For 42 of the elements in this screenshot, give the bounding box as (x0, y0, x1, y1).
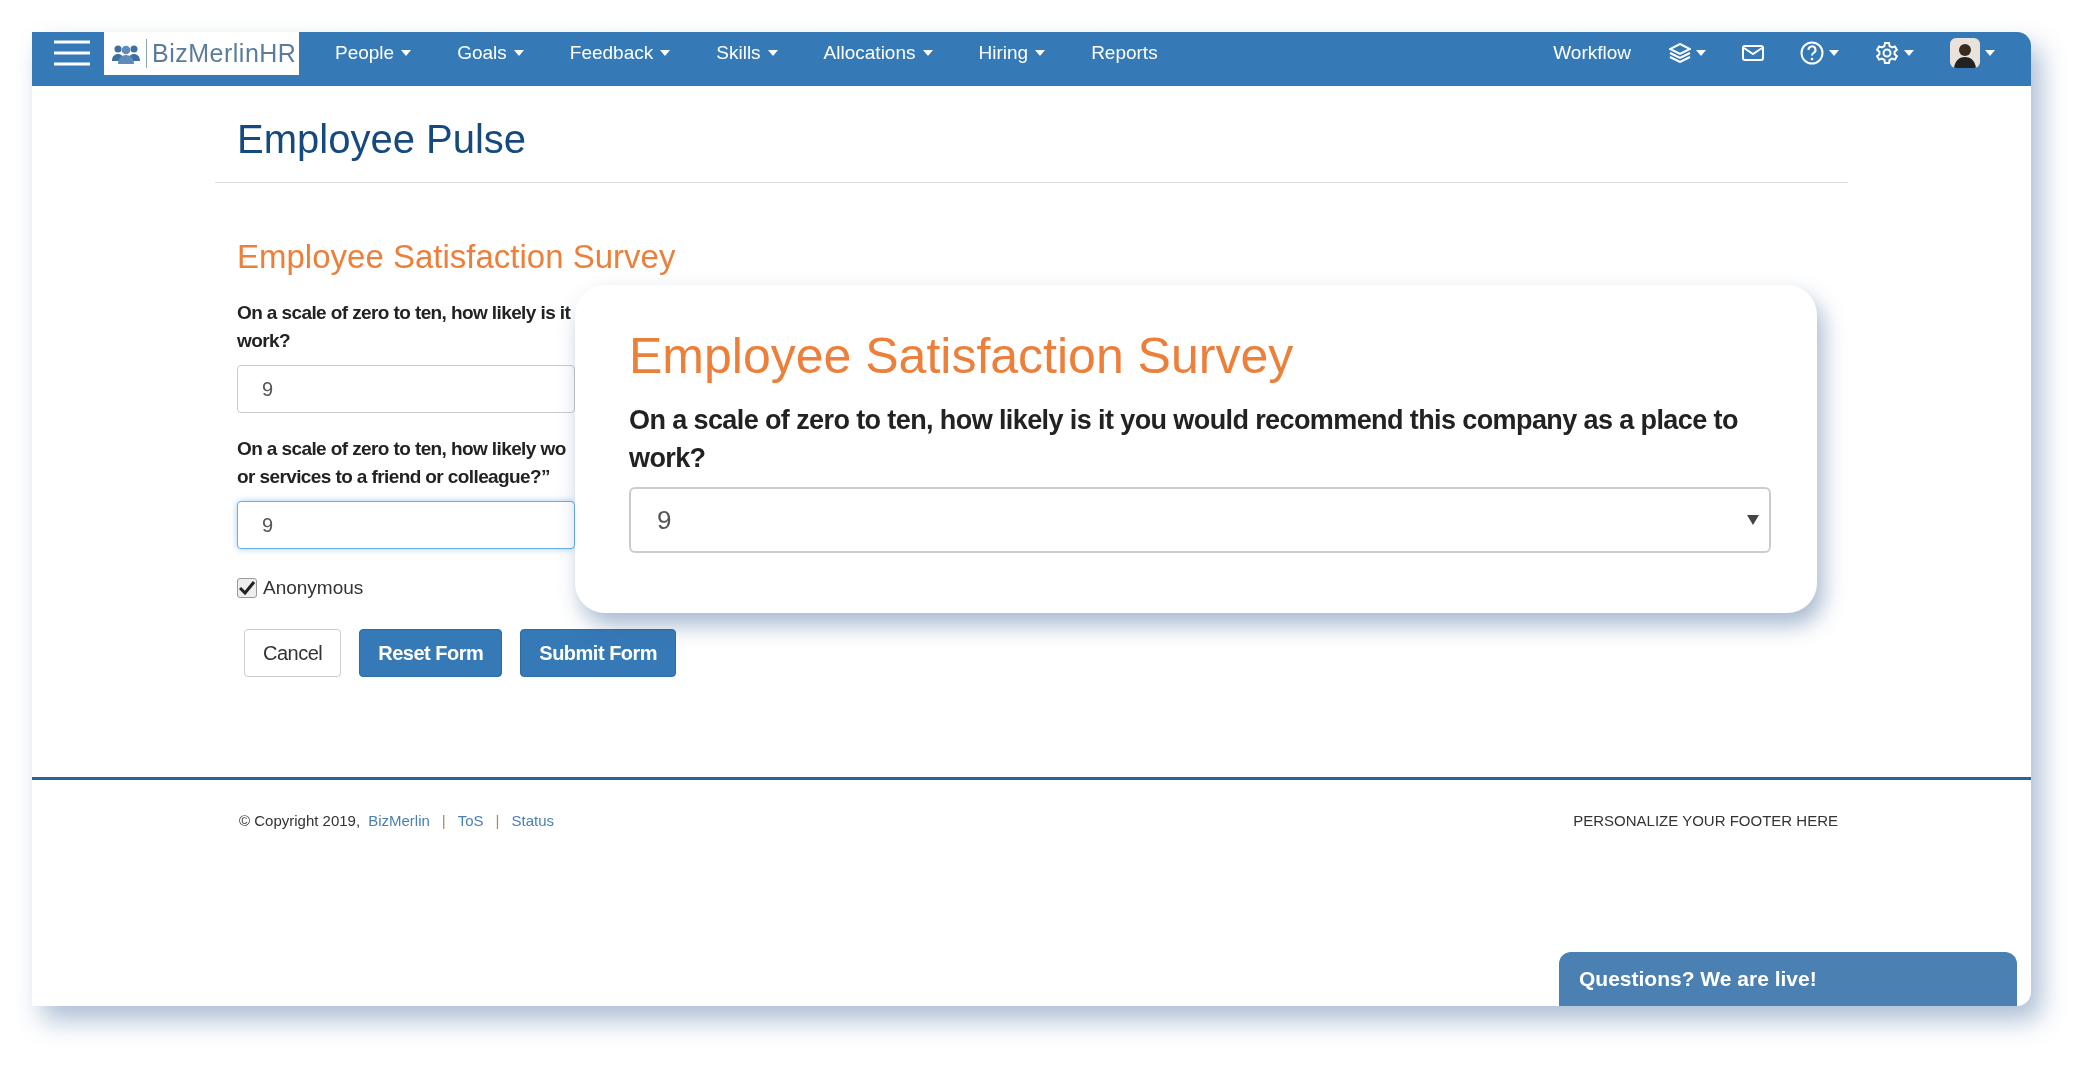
anonymous-checkbox[interactable] (237, 578, 257, 598)
nav-menu-item[interactable]: Reports (1091, 42, 1158, 64)
nav-menu-item[interactable]: People (335, 42, 412, 64)
footer-link[interactable]: Status (511, 812, 554, 829)
copyright-text: © Copyright 2019, (239, 812, 361, 829)
question-label: On a scale of zero to ten, how likely wo (237, 437, 566, 461)
form-button[interactable]: Submit Form (520, 629, 677, 677)
layers-icon (1669, 43, 1691, 63)
form-button[interactable]: Cancel (244, 629, 342, 677)
form-button[interactable]: Reset Form (359, 629, 503, 677)
question-label: On a scale of zero to ten, how likely is it (237, 301, 571, 325)
caret-icon (1747, 515, 1759, 525)
mail-icon (1742, 45, 1764, 61)
live-chat-tab[interactable]: Questions? We are live! (1559, 952, 2017, 1006)
nav-menu-item[interactable]: Hiring (978, 42, 1046, 64)
nav-menu-item[interactable]: Allocations (823, 42, 933, 64)
question-label: work? (237, 329, 290, 353)
page-title: Employee Pulse (237, 116, 528, 162)
help-icon (1800, 41, 1824, 65)
menu-icon[interactable] (54, 40, 90, 66)
nav-menu-item[interactable]: Goals (457, 42, 524, 64)
workflow-link[interactable]: Workflow (1553, 42, 1631, 64)
nav-menu-item[interactable]: Feedback (569, 42, 671, 64)
nav-icon-button[interactable] (1950, 38, 1995, 68)
brand-logo[interactable]: BizMerlinHR (104, 32, 299, 75)
separator: | (495, 812, 500, 829)
settings-icon (1875, 41, 1899, 65)
answer-dropdown[interactable]: 9 (629, 487, 1771, 553)
footer-link[interactable]: ToS (457, 812, 484, 829)
nav-menu-item[interactable]: Skills (716, 42, 778, 64)
anonymous-label: Anonymous (263, 577, 364, 599)
separator: | (441, 812, 446, 829)
answer-field[interactable]: 9 (237, 365, 575, 413)
footer-text: PERSONALIZE YOUR FOOTER HERE (1573, 812, 1838, 829)
question-label: or services to a friend or colleague?” (237, 465, 550, 489)
brand-name: BizMerlinHR (146, 38, 297, 68)
survey-title: Employee Satisfaction Survey (629, 327, 1295, 386)
footer-link[interactable]: BizMerlin (368, 812, 430, 829)
question-label: On a scale of zero to ten, how likely is it you would recommend this company as a place to work? (629, 404, 1739, 475)
answer-field[interactable]: 9 (237, 501, 575, 549)
avatar-icon (1950, 38, 1980, 68)
survey-title: Employee Satisfaction Survey (237, 237, 677, 277)
